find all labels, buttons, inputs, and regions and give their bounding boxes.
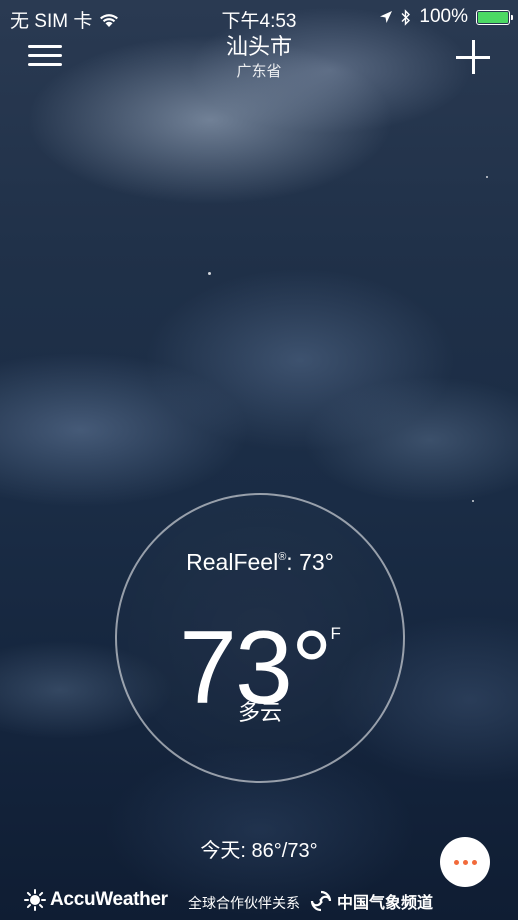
current-conditions-circle[interactable]: RealFeel®: 73° 73°F 多云 — [115, 493, 405, 783]
weather-screen: 无 SIM 卡 下午4:53 100% 汕头市 广东省 RealFeel®: 7… — [0, 0, 518, 920]
star-decoration — [472, 500, 474, 502]
status-bar: 无 SIM 卡 下午4:53 100% — [0, 0, 518, 34]
battery-icon — [476, 9, 513, 25]
temperature-unit: F — [330, 624, 341, 643]
partner-text: 全球合作伙伴关系 — [188, 896, 300, 912]
bluetooth-icon — [401, 8, 411, 26]
more-dots-icon[interactable] — [440, 837, 490, 887]
weather-channel-logo[interactable]: 中国气象频道 — [310, 889, 433, 913]
star-decoration — [486, 176, 488, 178]
weather-condition: 多云 — [237, 701, 282, 726]
status-right: 100% — [379, 6, 513, 28]
weather-channel-brand: 中国气象频道 — [337, 893, 434, 912]
city-name: 汕头市 — [225, 35, 292, 60]
plus-icon[interactable] — [456, 40, 490, 74]
footer-branding: AccuWeather 全球合作伙伴关系 中国气象频道 — [0, 885, 518, 915]
swirl-icon — [310, 890, 332, 912]
battery-percent: 100% — [419, 6, 468, 27]
location-arrow-icon — [380, 11, 393, 23]
accuweather-logo[interactable]: AccuWeather — [24, 889, 168, 911]
sun-icon — [24, 889, 46, 911]
accuweather-brand: AccuWeather — [50, 889, 168, 910]
realfeel-label: RealFeel — [186, 549, 279, 575]
province-name: 广东省 — [236, 62, 282, 80]
realfeel-value: : 73° — [286, 549, 334, 575]
star-decoration — [208, 272, 211, 275]
battery-fill — [478, 11, 508, 23]
location-title[interactable]: 汕头市 广东省 — [0, 34, 518, 80]
realfeel-text: RealFeel®: 73° — [117, 549, 403, 576]
